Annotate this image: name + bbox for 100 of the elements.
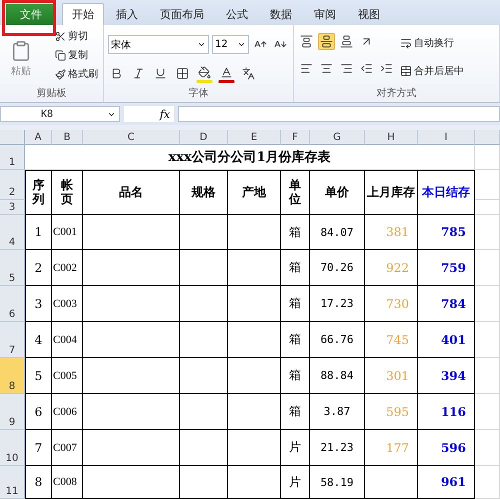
- vertical-align-button[interactable]: [338, 33, 355, 50]
- format-painter-button[interactable]: 格式刷: [54, 66, 99, 82]
- caret-icon: [237, 40, 246, 49]
- table-cell: 961: [418, 466, 475, 499]
- languages-icon: [242, 67, 255, 80]
- row-header[interactable]: 5: [0, 250, 25, 286]
- table-cell: [475, 215, 500, 250]
- fill-color-button[interactable]: [196, 64, 213, 83]
- column-heading: 产地: [242, 184, 266, 201]
- row-header[interactable]: 1: [0, 145, 25, 170]
- table-cell: 8: [25, 466, 52, 499]
- row-header[interactable]: 11: [0, 466, 25, 499]
- align-bottom-icon: [340, 35, 353, 48]
- column-heading: 单位: [289, 178, 301, 206]
- table-cell: C003: [52, 286, 83, 322]
- formula-field[interactable]: [178, 106, 500, 122]
- cut-button[interactable]: 剪切: [54, 28, 99, 44]
- ribbon-tab[interactable]: 审阅: [304, 3, 346, 25]
- table-cell: 17.23: [310, 286, 365, 322]
- table-cell: 177: [365, 430, 418, 466]
- table-cell: 6: [25, 394, 52, 430]
- table-cell: 2: [25, 250, 52, 286]
- column-heading: 本日结存: [422, 184, 470, 201]
- wrap-text-button[interactable]: 自动换行: [399, 35, 465, 51]
- column-header[interactable]: G: [310, 130, 365, 145]
- table-cell: 70.26: [310, 250, 365, 286]
- row-header[interactable]: 6: [0, 286, 25, 322]
- table-cell: 381: [365, 215, 418, 250]
- name-box[interactable]: K8: [0, 106, 120, 122]
- table-cell: [475, 170, 500, 200]
- bold-icon: [110, 67, 123, 80]
- table-cell: [475, 358, 500, 394]
- column-header[interactable]: B: [52, 130, 83, 145]
- font-size-field[interactable]: 12: [212, 35, 249, 54]
- table-cell: 759: [418, 250, 475, 286]
- group-label: 剪贴板: [36, 86, 68, 101]
- row-header[interactable]: 9: [0, 394, 25, 430]
- table-cell: [228, 322, 281, 358]
- table-cell: [475, 286, 500, 322]
- ribbon-tab[interactable]: 数据: [260, 3, 302, 25]
- align-top-icon: [300, 35, 313, 48]
- table-cell: C001: [52, 215, 83, 250]
- row-header[interactable]: 10: [0, 430, 25, 466]
- paintbrush-icon: [55, 68, 66, 80]
- ribbon-tab[interactable]: 插入: [106, 3, 148, 25]
- column-header[interactable]: I: [418, 130, 475, 145]
- table-cell: 785: [418, 215, 475, 250]
- row-header[interactable]: 7: [0, 322, 25, 358]
- table-cell: 301: [365, 358, 418, 394]
- column-header[interactable]: A: [25, 130, 52, 145]
- row-header[interactable]: 2: [0, 170, 25, 200]
- table-cell: C002: [52, 250, 83, 286]
- scissors-icon: [55, 30, 66, 42]
- column-header[interactable]: F: [281, 130, 310, 145]
- borders-button[interactable]: [174, 65, 191, 82]
- column-header[interactable]: C: [83, 130, 180, 145]
- table-cell: 箱: [281, 215, 310, 250]
- table-cell: 1: [25, 215, 52, 250]
- table-cell: 401: [418, 322, 475, 358]
- table-cell: [228, 250, 281, 286]
- font-name-field[interactable]: 宋体: [108, 35, 209, 54]
- ribbon-tab[interactable]: 页面布局: [150, 3, 214, 25]
- table-cell: [228, 466, 281, 499]
- ribbon-tab[interactable]: 公式: [216, 3, 258, 25]
- vertical-align-button[interactable]: [298, 33, 315, 50]
- ribbon-tab[interactable]: 视图: [348, 3, 390, 25]
- table-cell: [475, 466, 500, 499]
- table-cell: 5: [25, 358, 52, 394]
- phonetic-button[interactable]: [240, 65, 257, 82]
- table-cell: 箱: [281, 358, 310, 394]
- column-header[interactable]: D: [180, 130, 228, 145]
- indent-increase-icon: [380, 62, 393, 75]
- table-cell: 21.23: [310, 430, 365, 466]
- table-cell: [475, 430, 500, 466]
- table-cell: C006: [52, 394, 83, 430]
- grid-icon: [176, 67, 189, 80]
- row-header[interactable]: 4: [0, 215, 25, 250]
- table-cell: [475, 250, 500, 286]
- column-header[interactable]: E: [228, 130, 281, 145]
- merge-center-button[interactable]: 合并后居中: [399, 63, 465, 79]
- table-cell: 88.84: [310, 358, 365, 394]
- ribbon-tab[interactable]: 开始: [62, 3, 104, 25]
- row-header[interactable]: 8: [0, 358, 25, 394]
- file-tab[interactable]: 文件: [6, 4, 56, 25]
- group-label: 对齐方式: [376, 86, 418, 101]
- copy-button[interactable]: 复制: [54, 47, 99, 63]
- row-header[interactable]: 3: [0, 200, 25, 215]
- group-label: 字体: [188, 86, 210, 101]
- table-cell: [180, 358, 228, 394]
- vertical-align-button[interactable]: [318, 33, 335, 50]
- table-cell: 394: [418, 358, 475, 394]
- table-cell: [180, 394, 228, 430]
- table-cell: [180, 466, 228, 499]
- column-header[interactable]: H: [365, 130, 418, 145]
- table-cell: 片: [281, 430, 310, 466]
- column-heading: 规格: [192, 184, 216, 201]
- insert-function-button[interactable]: fx: [124, 106, 174, 122]
- table-cell: [180, 430, 228, 466]
- column-heading: 单价: [325, 184, 349, 201]
- underline-icon: [154, 67, 167, 80]
